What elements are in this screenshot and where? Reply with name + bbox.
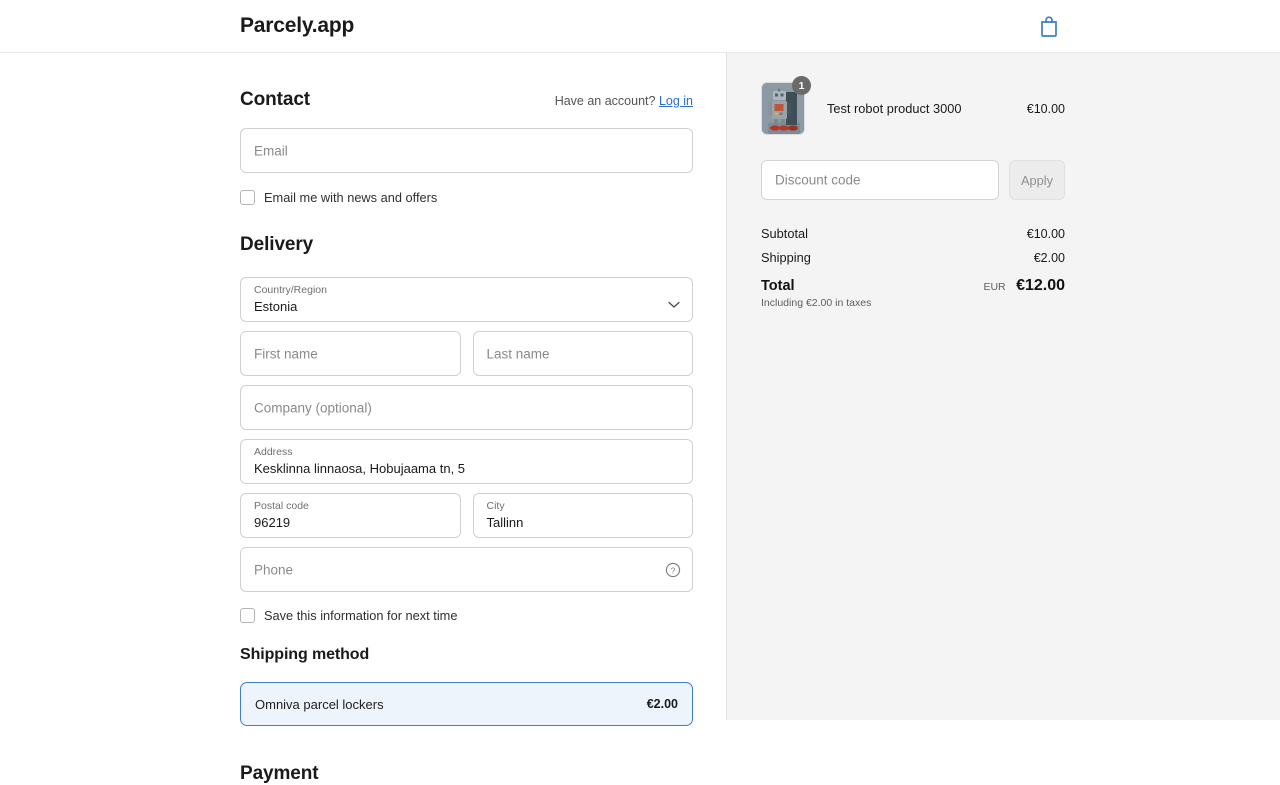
save-info-label: Save this information for next time <box>264 608 457 623</box>
email-field[interactable]: Email <box>240 128 693 173</box>
shopping-bag-icon[interactable] <box>1038 14 1060 38</box>
phone-placeholder: Phone <box>254 562 293 577</box>
company-input[interactable]: Company (optional) <box>240 385 693 430</box>
order-summary-panel: 1 Test robot product 3000 €10.00 Discoun… <box>726 53 1280 720</box>
grand-total-note: Including €2.00 in taxes <box>761 297 871 309</box>
page-header: Parcely.app <box>0 0 1280 53</box>
address-label: Address <box>254 446 293 458</box>
shipping-method-heading: Shipping method <box>240 646 693 664</box>
shipping-cost-row: Shipping €2.00 <box>761 250 1065 265</box>
subtotal-row: Subtotal €10.00 <box>761 226 1065 241</box>
delivery-heading: Delivery <box>240 234 693 256</box>
account-prompt: Have an account? Log in <box>555 94 693 108</box>
subtotal-value: €10.00 <box>1027 227 1065 241</box>
product-name: Test robot product 3000 <box>827 101 1027 116</box>
city-input[interactable]: City Tallinn <box>473 493 694 538</box>
postal-code-label: Postal code <box>254 500 309 512</box>
question-circle-icon[interactable]: ? <box>665 562 681 578</box>
postal-code-input[interactable]: Postal code 96219 <box>240 493 461 538</box>
shipping-cost-label: Shipping <box>761 250 811 265</box>
country-region-select[interactable]: Country/Region Estonia <box>240 277 693 322</box>
contact-heading: Contact <box>240 89 310 111</box>
country-region-label: Country/Region <box>254 284 327 296</box>
product-price: €10.00 <box>1027 102 1065 116</box>
address-input[interactable]: Address Kesklinna linnaosa, Hobujaama tn… <box>240 439 693 484</box>
checkout-form-panel: Contact Have an account? Log in Email Em… <box>0 53 726 720</box>
grand-total-value: €12.00 <box>1016 277 1065 294</box>
shipping-option-name: Omniva parcel lockers <box>255 697 384 712</box>
payment-heading: Payment <box>240 763 693 785</box>
name-fields-row: First name Last name <box>240 331 693 376</box>
postal-city-row: Postal code 96219 City Tallinn <box>240 493 693 538</box>
brand-logo[interactable]: Parcely.app <box>240 14 354 38</box>
phone-input[interactable]: Phone ? <box>240 547 693 592</box>
newsletter-label: Email me with news and offers <box>264 190 437 205</box>
email-placeholder: Email <box>254 143 288 158</box>
checkout-form: Contact Have an account? Log in Email Em… <box>240 53 693 785</box>
account-prompt-text: Have an account? <box>555 94 656 108</box>
product-thumbnail-wrap: 1 <box>761 80 809 137</box>
grand-total-row: Total Including €2.00 in taxes EUR €12.0… <box>761 277 1065 309</box>
svg-text:?: ? <box>671 566 676 575</box>
newsletter-checkbox[interactable] <box>240 190 255 205</box>
city-label: City <box>487 500 505 512</box>
apply-discount-button[interactable]: Apply <box>1009 160 1065 200</box>
quantity-badge: 1 <box>792 76 811 95</box>
save-info-checkbox-row[interactable]: Save this information for next time <box>240 608 693 623</box>
chevron-down-icon <box>668 296 680 304</box>
address-value: Kesklinna linnaosa, Hobujaama tn, 5 <box>254 461 465 476</box>
shipping-cost-value: €2.00 <box>1034 251 1065 265</box>
save-info-checkbox[interactable] <box>240 608 255 623</box>
login-link[interactable]: Log in <box>659 94 693 108</box>
discount-code-placeholder: Discount code <box>775 173 861 188</box>
first-name-placeholder: First name <box>254 346 318 361</box>
postal-code-value: 96219 <box>254 515 290 530</box>
order-summary: 1 Test robot product 3000 €10.00 Discoun… <box>761 53 1065 309</box>
subtotal-label: Subtotal <box>761 226 808 241</box>
last-name-placeholder: Last name <box>487 346 550 361</box>
shipping-option-price: €2.00 <box>647 697 678 711</box>
discount-code-input[interactable]: Discount code <box>761 160 999 200</box>
last-name-input[interactable]: Last name <box>473 331 694 376</box>
grand-total-label-group: Total Including €2.00 in taxes <box>761 277 871 309</box>
city-value: Tallinn <box>487 515 524 530</box>
first-name-input[interactable]: First name <box>240 331 461 376</box>
discount-row: Discount code Apply <box>761 160 1065 200</box>
line-item: 1 Test robot product 3000 €10.00 <box>761 80 1065 137</box>
company-placeholder: Company (optional) <box>254 400 372 415</box>
shipping-option-omniva[interactable]: Omniva parcel lockers €2.00 <box>240 682 693 726</box>
grand-total-label: Total <box>761 278 795 294</box>
country-region-value: Estonia <box>254 299 297 314</box>
contact-section-header: Contact Have an account? Log in <box>240 89 693 111</box>
grand-total-currency: EUR <box>983 281 1005 293</box>
newsletter-checkbox-row[interactable]: Email me with news and offers <box>240 190 693 205</box>
grand-total-value-group: EUR €12.00 <box>983 277 1065 295</box>
